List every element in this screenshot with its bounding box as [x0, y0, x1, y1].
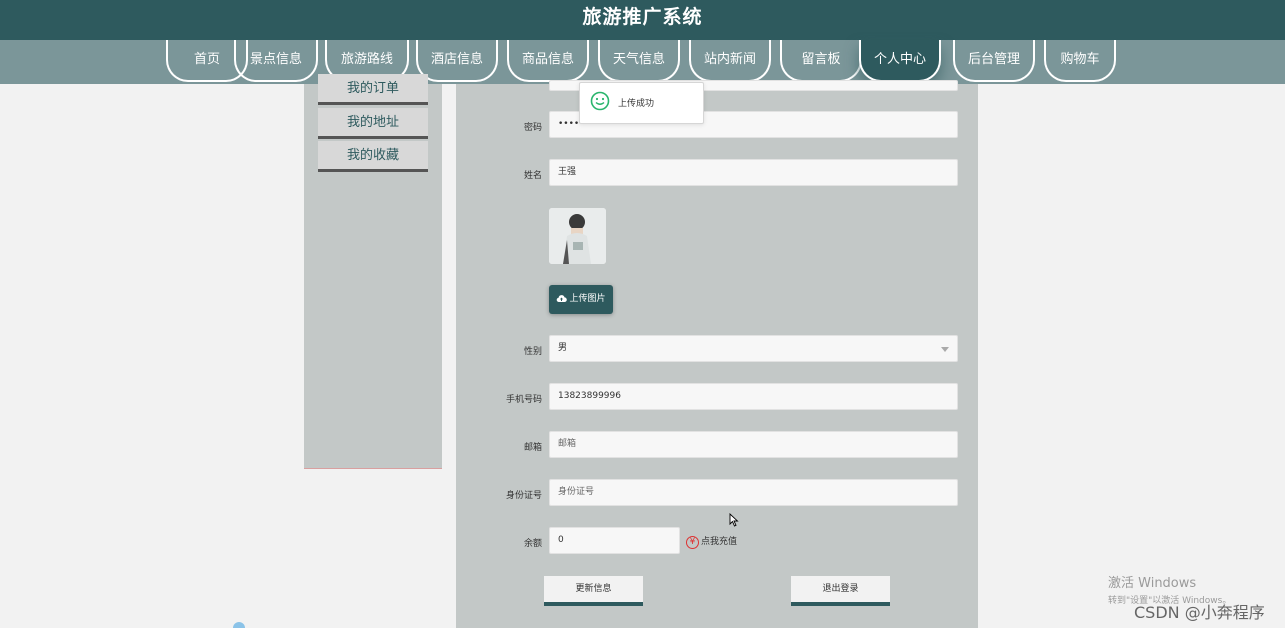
id-card-field[interactable]: 身份证号	[549, 479, 958, 506]
password-label: 密码	[523, 123, 542, 133]
header-bar: 旅游推广系统	[0, 0, 1285, 40]
chevron-down-icon	[941, 347, 949, 352]
csdn-credit: CSDN @小奔程序	[1134, 603, 1265, 622]
recharge-link[interactable]: ¥ 点我充值	[686, 534, 737, 549]
update-info-button[interactable]: 更新信息	[544, 576, 643, 606]
nav-item-personal-center[interactable]: 个人中心	[859, 40, 941, 82]
toast-message: 上传成功	[618, 99, 655, 109]
nav-item-attractions[interactable]: 景点信息	[234, 40, 318, 82]
yen-icon: ¥	[686, 536, 699, 549]
floating-help-icon[interactable]	[233, 622, 245, 628]
email-field[interactable]: 邮箱	[549, 431, 958, 458]
smile-icon	[590, 91, 610, 111]
gender-value: 男	[558, 343, 568, 353]
nav-item-weather[interactable]: 天气信息	[598, 40, 680, 82]
site-title: 旅游推广系统	[582, 6, 703, 28]
upload-success-toast: 上传成功	[579, 82, 704, 124]
name-field[interactable]: 王强	[549, 159, 958, 186]
cloud-upload-icon	[557, 295, 568, 303]
watermark-line1: 激活 Windows	[1108, 576, 1197, 591]
sidebar-item-orders[interactable]: 我的订单	[318, 74, 428, 105]
upload-button-label: 上传图片	[569, 294, 606, 304]
mouse-pointer-icon	[729, 513, 739, 527]
nav-item-guestbook[interactable]: 留言板	[780, 40, 862, 82]
recharge-label: 点我充值	[701, 537, 738, 547]
nav-item-products[interactable]: 商品信息	[507, 40, 589, 82]
sidebar-item-address[interactable]: 我的地址	[318, 108, 428, 139]
balance-label: 余额	[523, 539, 542, 549]
profile-form-panel: 密码 •••••• 姓名 王强 上传图片 性别 男 手机号码 138238999…	[456, 80, 978, 628]
balance-field: 0	[549, 527, 680, 554]
sidebar-item-favorites[interactable]: 我的收藏	[318, 141, 428, 172]
main-nav: 首页 景点信息 旅游路线 酒店信息 商品信息 天气信息 站内新闻 留言板 个人中…	[0, 40, 1285, 84]
name-label: 姓名	[523, 171, 542, 181]
gender-select[interactable]: 男	[549, 335, 958, 362]
nav-item-hotels[interactable]: 酒店信息	[416, 40, 498, 82]
id-card-label: 身份证号	[505, 491, 542, 501]
personal-sidebar: 我的订单 我的地址 我的收藏	[304, 74, 442, 469]
nav-item-admin[interactable]: 后台管理	[953, 40, 1035, 82]
logout-button[interactable]: 退出登录	[791, 576, 890, 606]
gender-label: 性别	[523, 347, 542, 357]
nav-item-news[interactable]: 站内新闻	[689, 40, 771, 82]
nav-item-cart[interactable]: 购物车	[1044, 40, 1116, 82]
email-label: 邮箱	[523, 443, 542, 453]
upload-image-button[interactable]: 上传图片	[549, 285, 613, 314]
phone-label: 手机号码	[505, 395, 542, 405]
phone-field[interactable]: 13823899996	[549, 383, 958, 410]
avatar-image	[549, 208, 606, 264]
